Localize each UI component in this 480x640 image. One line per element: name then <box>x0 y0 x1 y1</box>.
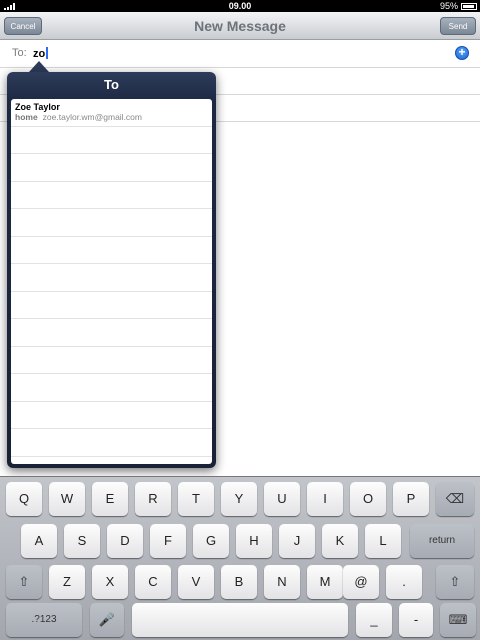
list-item <box>11 127 212 154</box>
key-dash[interactable]: - <box>399 603 433 637</box>
key-x[interactable]: X <box>92 565 128 599</box>
key-m[interactable]: M <box>307 565 343 599</box>
numbers-key[interactable]: .?123 <box>6 603 82 637</box>
list-item <box>11 319 212 347</box>
key-i[interactable]: I <box>307 482 343 516</box>
shift-icon[interactable]: ⇧ <box>6 565 42 599</box>
list-item <box>11 402 212 429</box>
status-bar: 09.00 95% <box>0 0 480 12</box>
contact-name: Zoe Taylor <box>15 102 60 112</box>
return-key[interactable]: return <box>410 524 474 558</box>
key-h[interactable]: H <box>236 524 272 558</box>
send-button[interactable]: Send <box>440 17 476 35</box>
key-p[interactable]: P <box>393 482 429 516</box>
divider <box>0 67 480 68</box>
battery-percent: 95% <box>439 1 458 11</box>
contact-list: Zoe Taylor home zoe.taylor.wm@gmail.com <box>11 99 212 464</box>
key-y[interactable]: Y <box>221 482 257 516</box>
to-field-value: zo <box>33 48 46 60</box>
key-w[interactable]: W <box>49 482 85 516</box>
key-period[interactable]: . <box>386 565 422 599</box>
popover-arrow <box>29 61 49 72</box>
to-label: To: <box>12 47 27 59</box>
key-a[interactable]: A <box>21 524 57 558</box>
page-title: New Message <box>194 18 286 34</box>
hide-keyboard-icon[interactable]: ⌨ <box>440 603 476 637</box>
key-z[interactable]: Z <box>49 565 85 599</box>
list-item <box>11 347 212 374</box>
key-s[interactable]: S <box>64 524 100 558</box>
list-item <box>11 182 212 209</box>
key-underscore[interactable]: _ <box>356 603 392 637</box>
key-r[interactable]: R <box>135 482 171 516</box>
microphone-icon[interactable]: 🎤 <box>90 603 124 637</box>
key-t[interactable]: T <box>178 482 214 516</box>
contact-email: zoe.taylor.wm@gmail.com <box>42 112 142 122</box>
key-l[interactable]: L <box>365 524 401 558</box>
list-item <box>11 457 212 465</box>
to-field[interactable]: zo <box>33 47 48 60</box>
list-item <box>11 264 212 292</box>
key-o[interactable]: O <box>350 482 386 516</box>
key-at[interactable]: @ <box>343 565 379 599</box>
add-contact-icon[interactable]: + <box>455 46 469 60</box>
key-n[interactable]: N <box>264 565 300 599</box>
list-item <box>11 154 212 182</box>
delete-icon[interactable]: ⌫ <box>436 482 474 516</box>
list-item <box>11 292 212 319</box>
battery-icon <box>461 3 477 10</box>
list-item <box>11 209 212 237</box>
list-item <box>11 374 212 402</box>
status-time: 09.00 <box>228 1 252 11</box>
key-d[interactable]: D <box>107 524 143 558</box>
key-j[interactable]: J <box>279 524 315 558</box>
text-cursor <box>46 47 48 59</box>
key-f[interactable]: F <box>150 524 186 558</box>
key-e[interactable]: E <box>92 482 128 516</box>
contact-item[interactable]: Zoe Taylor home zoe.taylor.wm@gmail.com <box>11 99 212 127</box>
contact-suggestions-popover: To Zoe Taylor home zoe.taylor.wm@gmail.co… <box>7 72 216 468</box>
list-item <box>11 237 212 264</box>
list-item <box>11 429 212 457</box>
key-c[interactable]: C <box>135 565 171 599</box>
shift-icon[interactable]: ⇧ <box>436 565 474 599</box>
navigation-bar: Cancel New Message Send <box>0 12 480 40</box>
keyboard: Q W E R T Y U I O P ⌫ A S D F G H J K L … <box>0 476 480 640</box>
popover-title: To <box>104 77 119 92</box>
key-q[interactable]: Q <box>6 482 42 516</box>
space-key[interactable] <box>132 603 348 637</box>
contact-type: home <box>15 112 38 122</box>
key-u[interactable]: U <box>264 482 300 516</box>
key-g[interactable]: G <box>193 524 229 558</box>
key-v[interactable]: V <box>178 565 214 599</box>
key-b[interactable]: B <box>221 565 257 599</box>
key-k[interactable]: K <box>322 524 358 558</box>
